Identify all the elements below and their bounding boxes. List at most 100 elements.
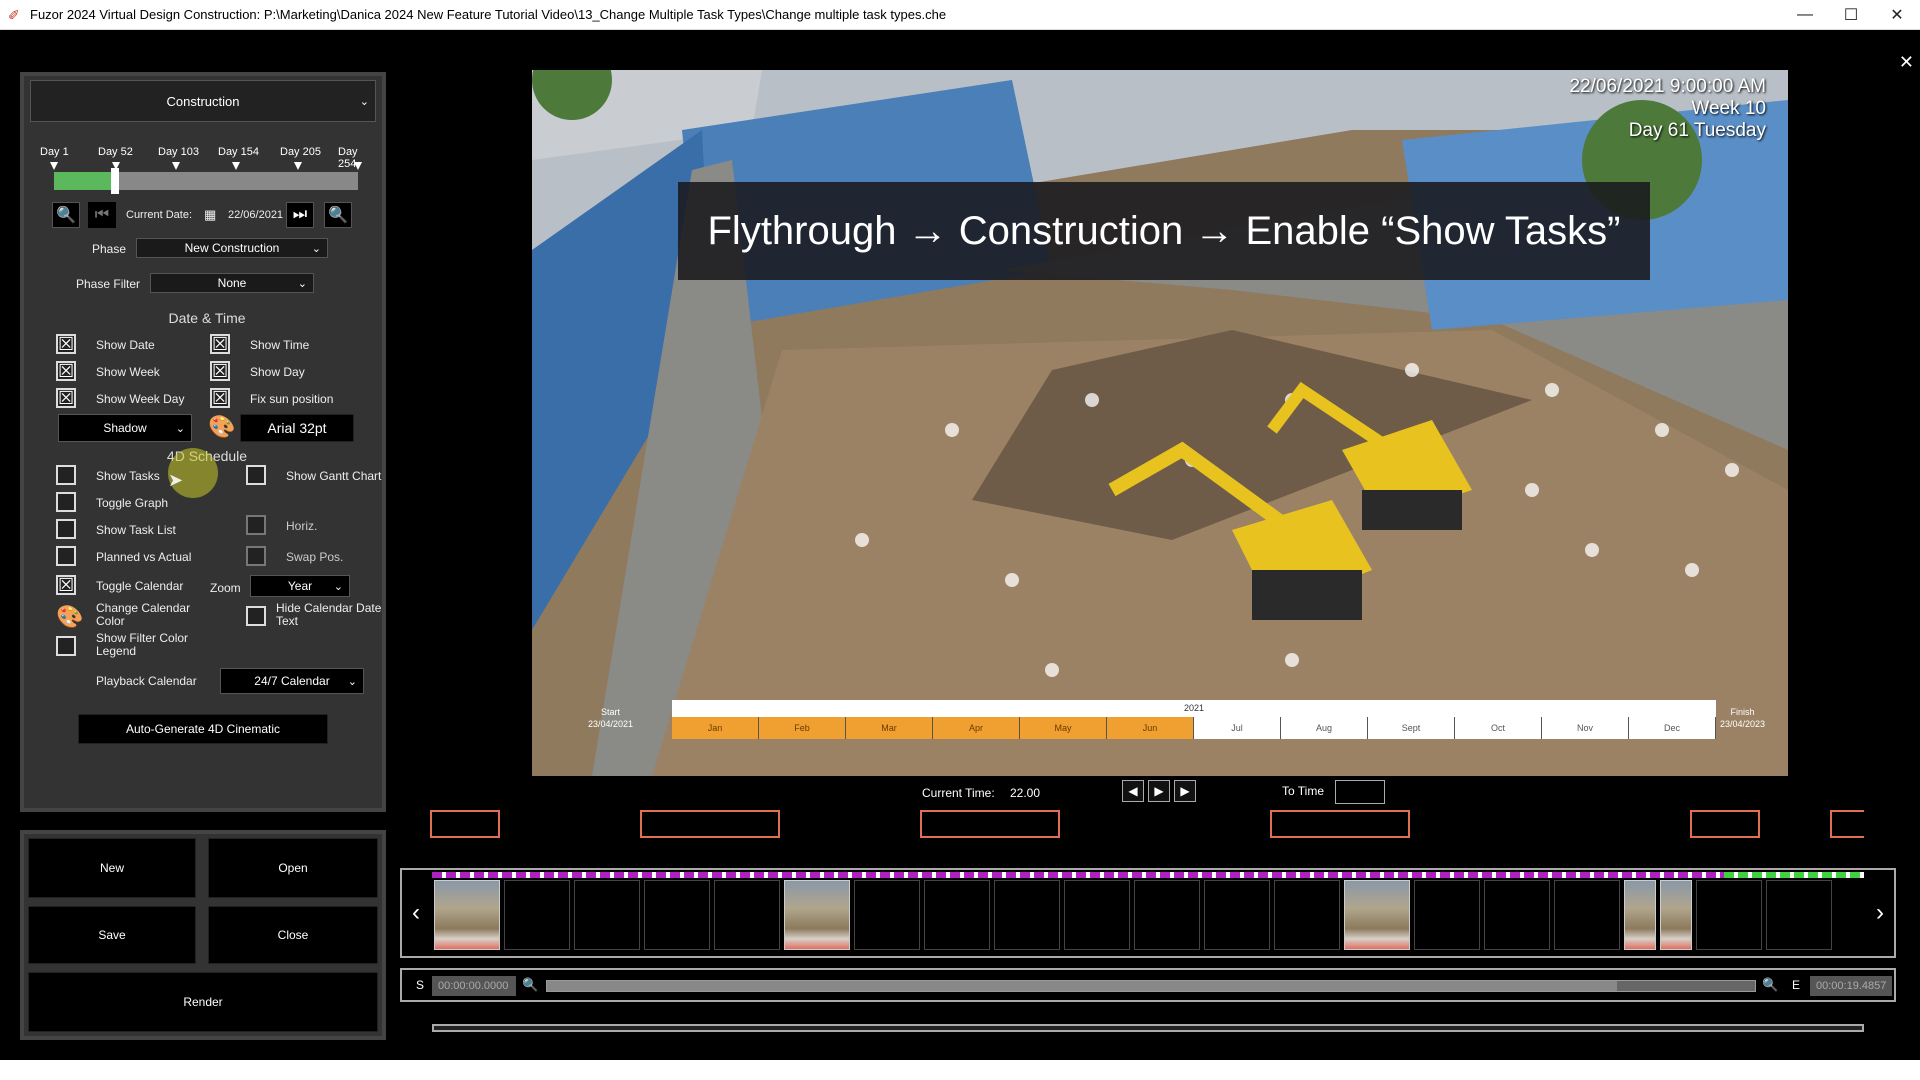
open-button[interactable]: Open xyxy=(208,838,378,898)
auto-generate-cinematic-button[interactable]: Auto-Generate 4D Cinematic xyxy=(78,714,328,744)
minimize-button[interactable]: — xyxy=(1782,0,1828,30)
zoom-icon[interactable]: 🔍 xyxy=(522,977,538,993)
keyframe-marker[interactable] xyxy=(640,810,780,838)
text-style-dropdown[interactable]: Shadow ⌄ xyxy=(58,414,192,442)
chevron-right-icon[interactable]: › xyxy=(1866,870,1894,956)
show-tasks-checkbox[interactable] xyxy=(56,465,76,485)
timeline-finish: Finish 23/04/2023 xyxy=(1720,706,1765,730)
filmstrip[interactable]: ‹ › xyxy=(400,868,1896,958)
playback-calendar-dropdown[interactable]: 24/7 Calendar ⌄ xyxy=(220,668,364,694)
show-gantt-chart-checkbox[interactable] xyxy=(246,465,266,485)
3d-viewport[interactable]: 22/06/2021 9:00:00 AM Week 10 Day 61 Tue… xyxy=(532,70,1788,776)
keyframe-marker[interactable] xyxy=(430,810,500,838)
day-label: Day 103 xyxy=(158,146,199,158)
render-button[interactable]: Render xyxy=(28,972,378,1032)
show-day-checkbox[interactable]: ☒ xyxy=(210,361,230,381)
phase-filter-value: None xyxy=(217,276,247,290)
title-bar: ✐ Fuzor 2024 Virtual Design Construction… xyxy=(0,0,1920,30)
render-progress-bar xyxy=(432,872,1862,878)
film-frame[interactable] xyxy=(1696,880,1762,950)
end-time-field[interactable]: 00:00:19.4857 xyxy=(1810,976,1892,996)
previous-frame-button[interactable]: ◀ xyxy=(1122,780,1144,802)
chevron-left-icon[interactable]: ‹ xyxy=(402,870,430,956)
time-scrubber[interactable]: S 00:00:00.0000 🔍 🔍 E 00:00:19.4857 xyxy=(400,968,1896,1002)
film-frame[interactable] xyxy=(784,880,850,950)
horizontal-scrollbar[interactable] xyxy=(432,1024,1864,1032)
zoom-dropdown[interactable]: Year ⌄ xyxy=(250,575,350,597)
keyframe-marker[interactable] xyxy=(1270,810,1410,838)
close-button[interactable]: Close xyxy=(208,906,378,964)
fix-sun-position-checkbox[interactable]: ☒ xyxy=(210,388,230,408)
film-frame[interactable] xyxy=(924,880,990,950)
film-frame[interactable] xyxy=(1414,880,1480,950)
hide-calendar-date-text-checkbox[interactable] xyxy=(246,606,266,626)
save-button[interactable]: Save xyxy=(28,906,196,964)
next-frame-button[interactable]: ▶ xyxy=(1174,780,1196,802)
mode-dropdown[interactable]: Construction ⌄ xyxy=(30,80,376,122)
day-slider[interactable]: Day 1 Day 52 Day 103 Day 154 Day 205 Day… xyxy=(28,140,378,200)
show-week-checkbox[interactable]: ☒ xyxy=(56,361,76,381)
film-frame[interactable] xyxy=(854,880,920,950)
fuzor-logo-icon: ✐ xyxy=(8,6,20,23)
film-frame[interactable] xyxy=(1484,880,1550,950)
color-palette-icon[interactable]: 🎨 xyxy=(208,414,235,440)
film-frame[interactable] xyxy=(714,880,780,950)
film-frame[interactable] xyxy=(1624,880,1656,950)
close-window-button[interactable]: ✕ xyxy=(1874,0,1920,30)
play-button[interactable]: ▶ xyxy=(1148,780,1170,802)
phase-filter-dropdown[interactable]: None ⌄ xyxy=(150,273,314,293)
film-frame[interactable] xyxy=(1766,880,1832,950)
film-frame[interactable] xyxy=(644,880,710,950)
to-time-input[interactable] xyxy=(1335,780,1385,804)
swap-pos-checkbox[interactable] xyxy=(246,546,266,566)
film-frame[interactable] xyxy=(1134,880,1200,950)
show-filter-color-legend-checkbox[interactable] xyxy=(56,636,76,656)
show-task-list-checkbox[interactable] xyxy=(56,519,76,539)
horiz-checkbox[interactable] xyxy=(246,515,266,535)
start-marker-label: S xyxy=(416,978,425,992)
phase-dropdown[interactable]: New Construction ⌄ xyxy=(136,238,328,258)
horiz-label: Horiz. xyxy=(286,519,318,533)
zoom-out-icon[interactable]: 🔍 xyxy=(52,202,80,228)
scrubber-track[interactable] xyxy=(546,980,1756,992)
date-time-heading: Date & Time xyxy=(168,310,246,326)
month-cell: Feb xyxy=(759,717,846,739)
film-frame[interactable] xyxy=(1344,880,1410,950)
skip-end-icon[interactable]: ⏭ xyxy=(286,202,314,228)
keyframe-marker[interactable] xyxy=(1830,810,1864,838)
film-frame[interactable] xyxy=(1204,880,1270,950)
toggle-graph-checkbox[interactable] xyxy=(56,492,76,512)
day-label: Day 1 xyxy=(40,146,69,158)
film-frame[interactable] xyxy=(574,880,640,950)
text-style-value: Shadow xyxy=(103,421,147,435)
zoom-icon[interactable]: 🔍 xyxy=(1762,977,1778,993)
calendar-icon[interactable]: ▦ xyxy=(204,207,216,223)
zoom-in-icon[interactable]: 🔍 xyxy=(324,202,352,228)
film-frame[interactable] xyxy=(1660,880,1692,950)
film-frame[interactable] xyxy=(434,880,500,950)
slider-tick xyxy=(294,162,302,170)
maximize-button[interactable]: ☐ xyxy=(1828,0,1874,30)
film-frame[interactable] xyxy=(504,880,570,950)
start-time-field[interactable]: 00:00:00.0000 xyxy=(432,976,516,996)
slider-handle[interactable] xyxy=(110,168,119,194)
slider-tick xyxy=(50,162,58,170)
close-panel-icon[interactable]: ✕ xyxy=(1899,52,1914,73)
keyframe-marker[interactable] xyxy=(920,810,1060,838)
film-frame[interactable] xyxy=(1554,880,1620,950)
planned-vs-actual-checkbox[interactable] xyxy=(56,546,76,566)
frame-strip xyxy=(434,880,1866,950)
show-time-checkbox[interactable]: ☒ xyxy=(210,334,230,354)
film-frame[interactable] xyxy=(1274,880,1340,950)
film-frame[interactable] xyxy=(994,880,1060,950)
font-picker-button[interactable]: Arial 32pt xyxy=(240,414,354,442)
keyframe-marker[interactable] xyxy=(1690,810,1760,838)
film-frame[interactable] xyxy=(1064,880,1130,950)
new-button[interactable]: New xyxy=(28,838,196,898)
chevron-down-icon: ⌄ xyxy=(175,422,185,435)
color-palette-icon[interactable]: 🎨 xyxy=(56,604,83,630)
skip-start-icon[interactable]: ⏮ xyxy=(88,202,116,228)
show-week-day-checkbox[interactable]: ☒ xyxy=(56,388,76,408)
toggle-calendar-checkbox[interactable]: ☒ xyxy=(56,575,76,595)
show-date-checkbox[interactable]: ☒ xyxy=(56,334,76,354)
